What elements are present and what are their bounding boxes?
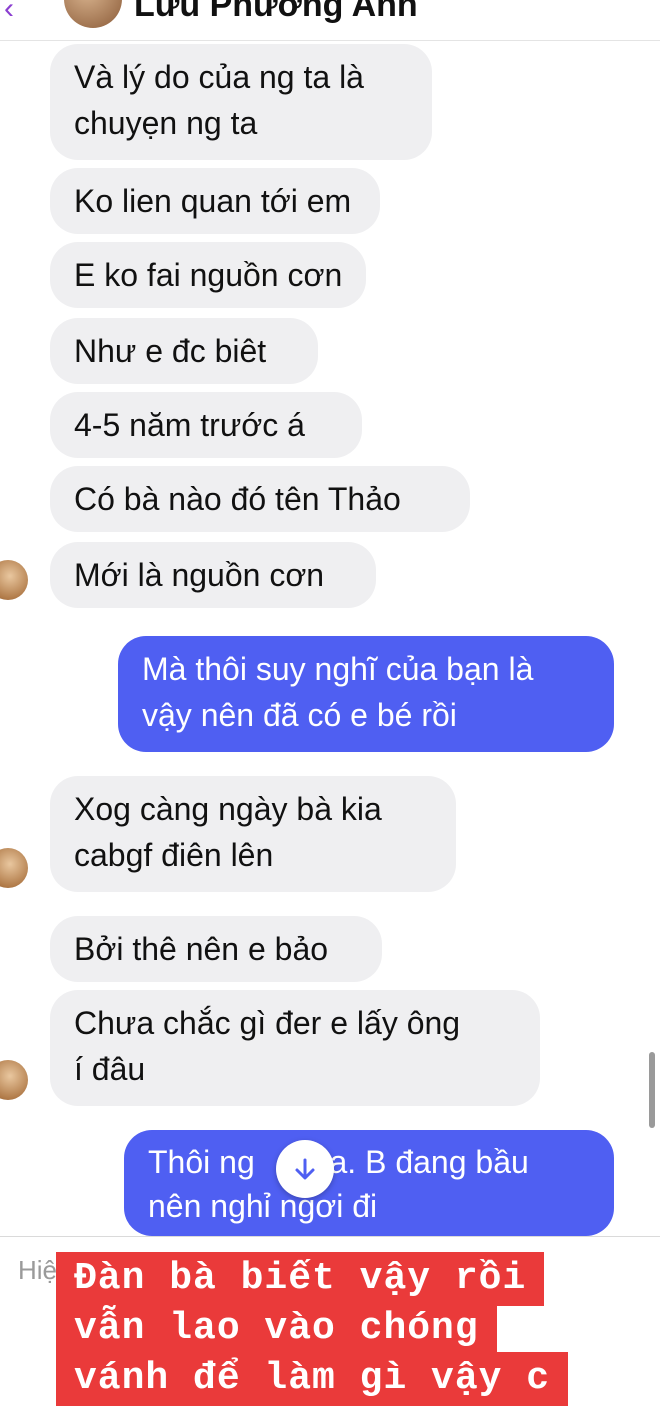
message-bubble[interactable]: Và lý do của ng ta là chuyẹn ng ta bbox=[50, 44, 432, 160]
scroll-to-bottom-button[interactable] bbox=[276, 1140, 334, 1198]
sender-avatar[interactable] bbox=[0, 848, 28, 888]
message-bubble[interactable]: Mà thôi suy nghĩ của bạn là vậy nên đã c… bbox=[118, 636, 614, 752]
message-bubble[interactable]: Xog càng ngày bà kia cabgf điên lên bbox=[50, 776, 456, 892]
caption-line: vánh để làm gì vậy c bbox=[56, 1352, 569, 1406]
message-bubble[interactable]: Như e đc biêt bbox=[50, 318, 318, 384]
contact-avatar[interactable] bbox=[64, 0, 122, 28]
chevron-left-icon[interactable]: ‹ bbox=[4, 0, 14, 24]
message-bubble[interactable]: Bởi thê nên e bảo bbox=[50, 916, 382, 982]
message-bubble[interactable]: 4-5 năm trước á bbox=[50, 392, 362, 458]
message-bubble[interactable]: Có bà nào đó tên Thảo bbox=[50, 466, 470, 532]
scrollbar[interactable] bbox=[649, 1052, 655, 1128]
chat-header: ‹ Lưu Phương Anh bbox=[0, 0, 660, 41]
caption-line: vẫn lao vào chóng bbox=[56, 1302, 497, 1356]
contact-name[interactable]: Lưu Phương Anh bbox=[134, 0, 418, 25]
message-bubble[interactable]: E ko fai nguồn cơn bbox=[50, 242, 366, 308]
message-bubble[interactable]: Ko lien quan tới em bbox=[50, 168, 380, 234]
message-bubble[interactable]: Chưa chắc gì đer e lấy ông í đâu bbox=[50, 990, 540, 1106]
message-bubble[interactable]: Mới là nguồn cơn bbox=[50, 542, 376, 608]
sender-avatar[interactable] bbox=[0, 560, 28, 600]
caption-line: Đàn bà biết vậy rồi bbox=[56, 1252, 545, 1306]
message-input[interactable]: Hiệ bbox=[18, 1255, 57, 1286]
arrow-down-icon bbox=[295, 1158, 315, 1180]
message-bubble[interactable]: Thôi ng ưa. B đang bầu nên nghỉ ngơi đi bbox=[124, 1130, 614, 1236]
sender-avatar[interactable] bbox=[0, 1060, 28, 1100]
